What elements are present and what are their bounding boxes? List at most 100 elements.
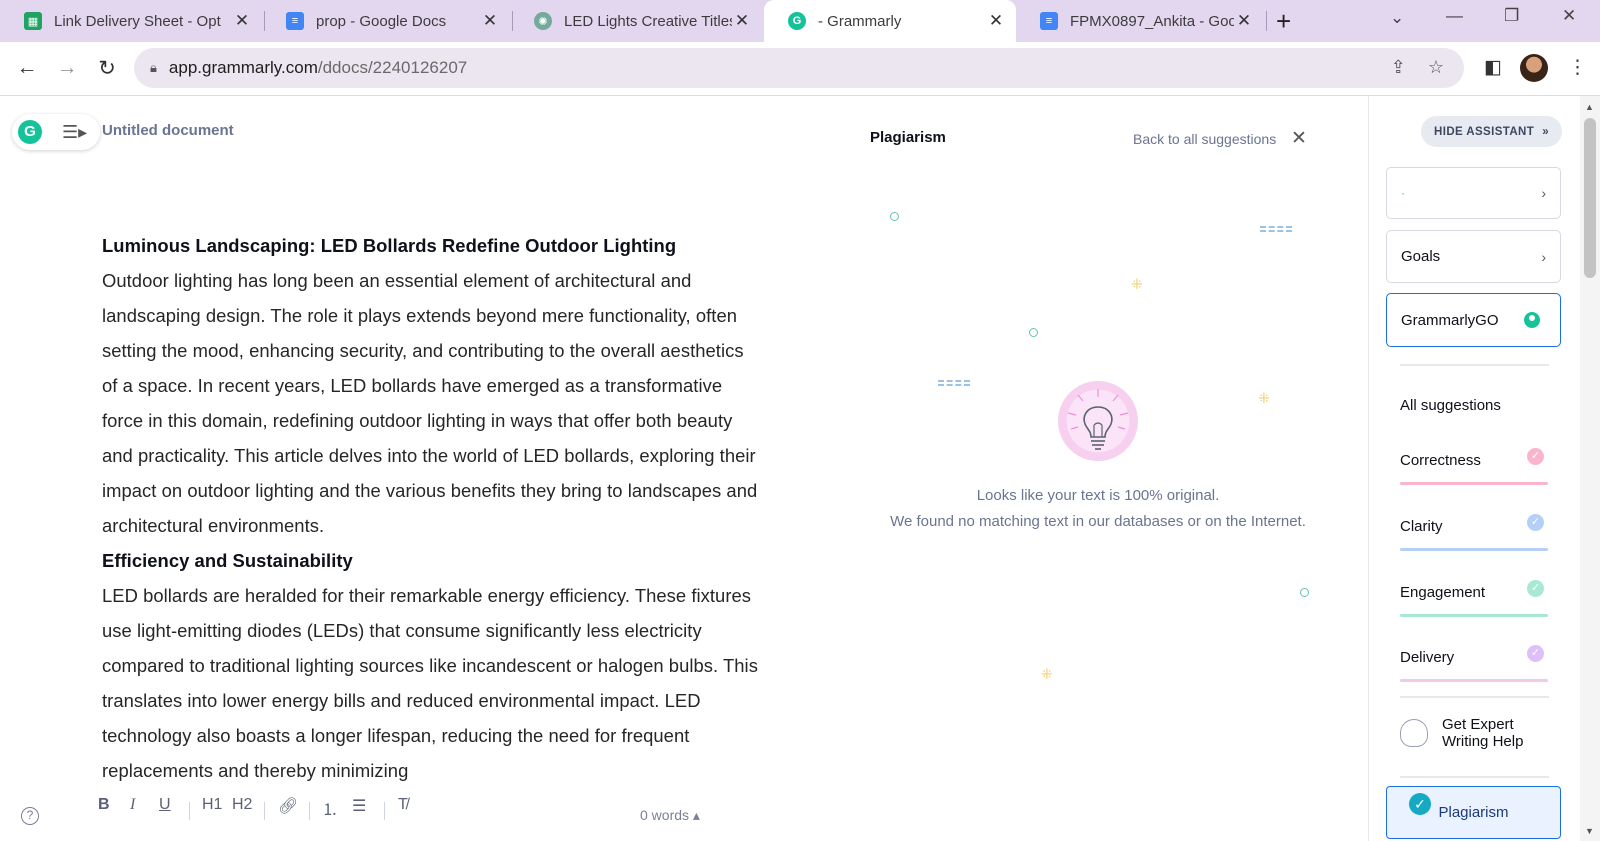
close-icon[interactable]: ✕	[1291, 127, 1307, 150]
plagiarism-title: Plagiarism	[870, 129, 946, 146]
tab-grammarly[interactable]: G - Grammarly ✕	[764, 0, 1016, 42]
category-delivery[interactable]: Delivery ✓	[1400, 645, 1548, 682]
document-paragraph: LED bollards are heralded for their rema…	[102, 585, 758, 781]
tab-prop-docs[interactable]: ≡ prop - Google Docs ✕	[262, 0, 510, 42]
decoration-circle	[890, 212, 899, 221]
chevron-right-icon: ›	[1541, 248, 1546, 265]
grammarlygo-label: GrammarlyGO	[1401, 311, 1499, 329]
sparkle-icon: ⁜	[1131, 276, 1143, 292]
tab-title: FPMX0897_Ankita - Goog	[1070, 12, 1234, 30]
docs-icon: ≡	[286, 12, 304, 30]
restore-icon[interactable]: ❐	[1504, 6, 1519, 26]
scrollbar[interactable]: ▲ ▼	[1580, 96, 1600, 841]
plagiarism-result-detail: We found no matching text in our databas…	[890, 513, 1306, 530]
tab-title: prop - Google Docs	[316, 12, 447, 30]
close-icon[interactable]: ✕	[986, 11, 1006, 31]
category-label: Delivery	[1400, 649, 1455, 666]
url-path: /ddocs/2240126207	[317, 58, 468, 77]
link-icon[interactable]: 🔗︎	[278, 796, 298, 816]
tab-link-delivery-sheet[interactable]: ▦ Link Delivery Sheet - Opt ✕	[0, 0, 262, 42]
close-icon[interactable]: ✕	[732, 11, 752, 31]
document-editor[interactable]: Luminous Landscaping: LED Bollards Redef…	[102, 228, 762, 788]
side-panel-icon[interactable]: ◧	[1484, 56, 1502, 79]
check-icon: ✓	[1527, 580, 1544, 597]
goals-label: Goals	[1401, 248, 1441, 265]
category-label: Engagement	[1400, 584, 1486, 601]
scroll-down-icon[interactable]: ▼	[1585, 826, 1594, 836]
word-count[interactable]: 0 words ▴	[640, 807, 700, 824]
close-icon[interactable]: ✕	[480, 11, 500, 31]
heading2-button[interactable]: H2	[232, 796, 252, 814]
plagiarism-button[interactable]: ✓ Plagiarism	[1386, 786, 1561, 839]
scroll-up-icon[interactable]: ▲	[1585, 102, 1594, 112]
decoration-dash	[938, 380, 970, 386]
bold-button[interactable]: B	[98, 796, 110, 814]
category-bar	[1400, 482, 1548, 485]
browser-toolbar: ← → ↻ 🔒︎ app.grammarly.com/ddocs/2240126…	[0, 42, 1600, 96]
divider	[1400, 364, 1549, 366]
grammarly-icon: G	[788, 12, 806, 30]
bookmark-star-icon[interactable]: ☆	[1428, 57, 1444, 78]
word-count-label: 0 words	[640, 807, 690, 823]
sheets-icon: ▦	[24, 12, 42, 30]
score-card[interactable]: · ›	[1386, 167, 1561, 219]
grammarly-logo-icon[interactable]: G	[18, 120, 42, 144]
tab-fpmx-docs[interactable]: ≡ FPMX0897_Ankita - Goog ✕	[1016, 0, 1264, 42]
person-check-icon	[1400, 719, 1428, 747]
chatgpt-icon: ✺	[534, 12, 552, 30]
decoration-dash	[1260, 226, 1292, 232]
heading1-button[interactable]: H1	[202, 796, 222, 814]
checkmark-icon: ✓	[1409, 793, 1431, 815]
grammarlygo-card[interactable]: GrammarlyGO	[1386, 293, 1561, 347]
plagiarism-label: Plagiarism	[1438, 804, 1509, 821]
score-dot-icon: ·	[1401, 186, 1405, 200]
goals-card[interactable]: Goals ›	[1386, 230, 1561, 283]
numbered-list-icon[interactable]: ⒈	[322, 796, 338, 820]
lock-icon: 🔒︎	[150, 60, 157, 75]
category-bar	[1400, 679, 1548, 682]
divider	[1400, 776, 1549, 778]
more-menu-icon[interactable]: ⋮	[1568, 56, 1587, 79]
tab-title: - Grammarly	[818, 12, 902, 30]
forward-icon[interactable]: →	[54, 56, 80, 80]
new-tab-icon[interactable]: +	[1276, 8, 1291, 34]
chevron-right-icon: ›	[1541, 185, 1546, 201]
back-icon[interactable]: ←	[14, 56, 40, 80]
reload-icon[interactable]: ↻	[94, 56, 120, 81]
window-close-icon[interactable]: ✕	[1562, 6, 1576, 26]
expert-label: Get Expert Writing Help	[1442, 716, 1524, 750]
scrollbar-thumb[interactable]	[1584, 118, 1596, 278]
address-bar[interactable]: 🔒︎ app.grammarly.com/ddocs/2240126207 ⇪ …	[134, 48, 1464, 88]
decoration-circle	[1300, 588, 1309, 597]
formatting-toolbar: B I U H1 H2 🔗︎ ⒈ ☰ T̸	[0, 796, 720, 826]
bulleted-list-icon[interactable]: ☰	[352, 796, 366, 816]
expert-writing-help-button[interactable]: Get Expert Writing Help	[1400, 716, 1542, 750]
all-suggestions-tab[interactable]: All suggestions	[1400, 397, 1501, 414]
document-heading: Efficiency and Sustainability	[102, 550, 353, 571]
document-title[interactable]: Untitled document	[102, 122, 234, 139]
menu-icon[interactable]: ☰▸	[62, 122, 87, 143]
divider	[1400, 696, 1549, 698]
decoration-circle	[1029, 328, 1038, 337]
check-icon: ✓	[1527, 514, 1544, 531]
hide-assistant-button[interactable]: HIDE ASSISTANT »	[1421, 116, 1562, 147]
check-icon: ✓	[1527, 448, 1544, 465]
back-to-suggestions-link[interactable]: Back to all suggestions	[1133, 131, 1276, 147]
underline-button[interactable]: U	[159, 796, 171, 814]
category-clarity[interactable]: Clarity ✓	[1400, 514, 1548, 551]
category-correctness[interactable]: Correctness ✓	[1400, 448, 1548, 485]
close-icon[interactable]: ✕	[232, 11, 252, 31]
profile-avatar[interactable]	[1520, 54, 1548, 82]
check-icon: ✓	[1527, 645, 1544, 662]
close-icon[interactable]: ✕	[1234, 11, 1254, 31]
minimize-icon[interactable]: —	[1446, 6, 1463, 26]
category-engagement[interactable]: Engagement ✓	[1400, 580, 1548, 617]
tab-search-icon[interactable]: ⌄	[1390, 8, 1404, 28]
clear-formatting-icon[interactable]: T̸	[398, 796, 408, 814]
document-menu-pill[interactable]: G ☰▸	[12, 114, 100, 150]
tab-title: LED Lights Creative Titles	[564, 12, 732, 30]
italic-button[interactable]: I	[130, 796, 135, 814]
tab-led-lights[interactable]: ✺ LED Lights Creative Titles ✕	[510, 0, 762, 42]
url-host: app.grammarly.com	[168, 58, 318, 77]
share-icon[interactable]: ⇪	[1391, 57, 1406, 78]
